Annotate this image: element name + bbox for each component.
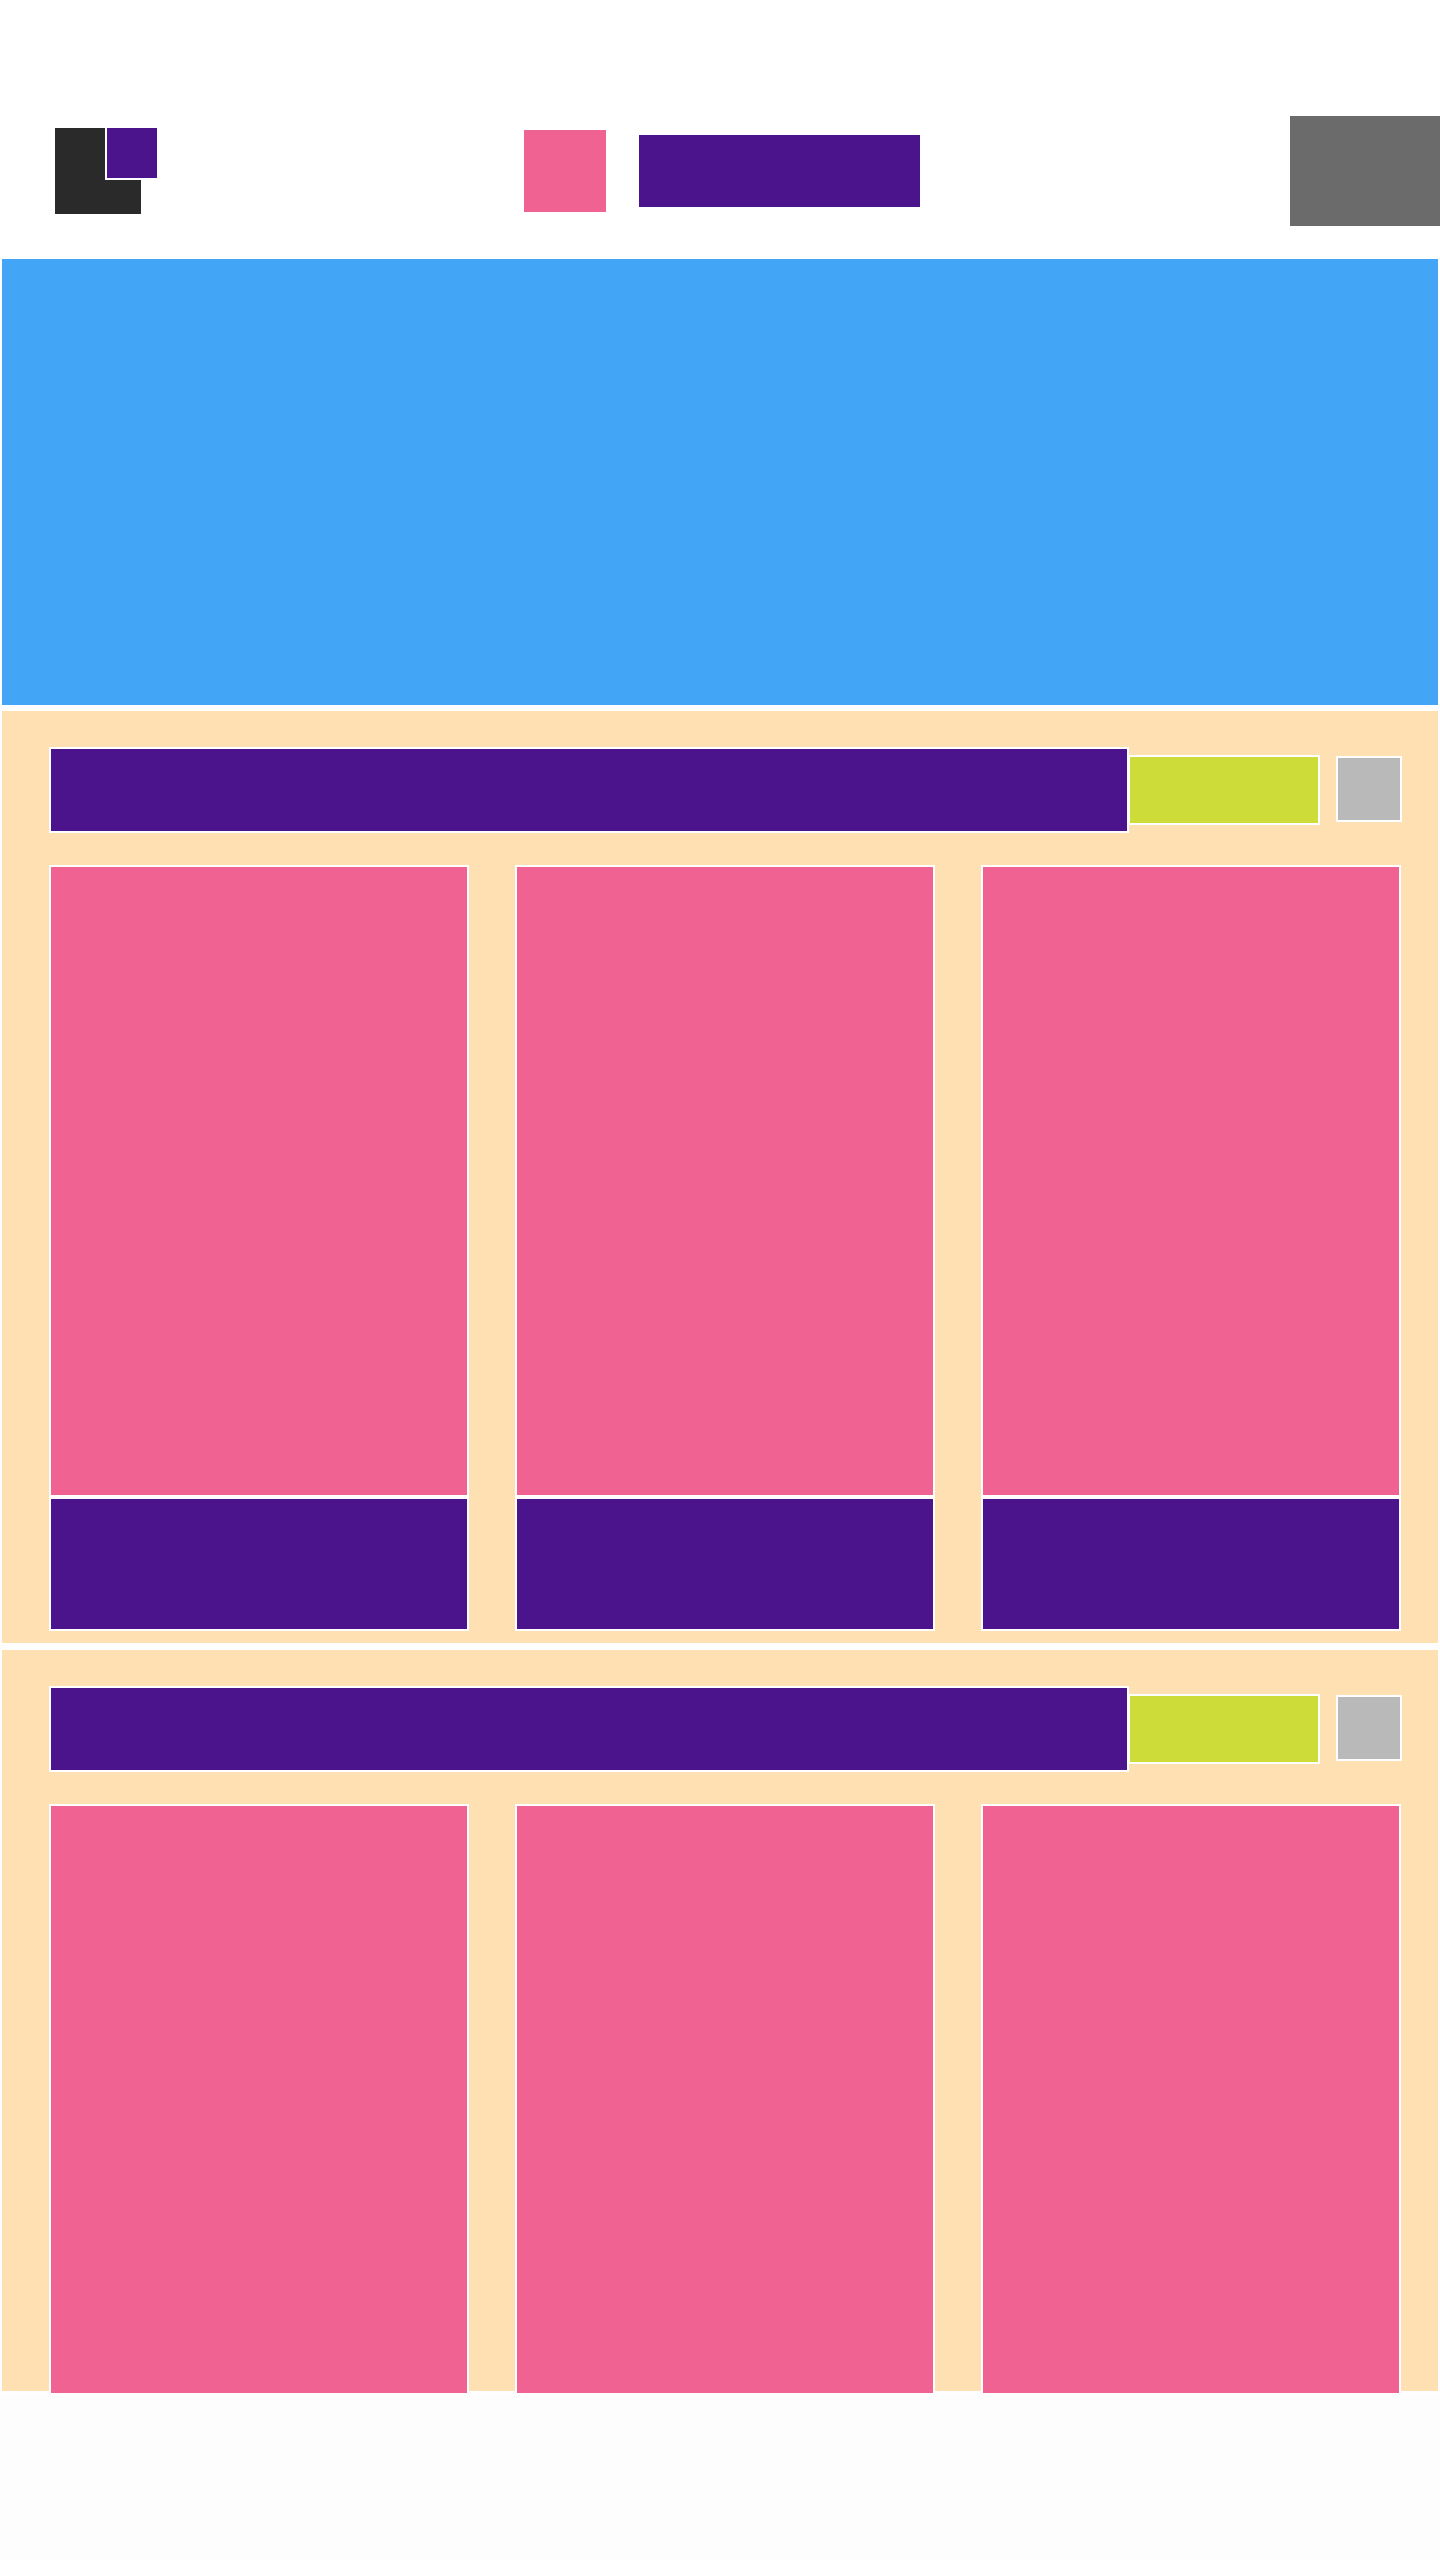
nav-title-block[interactable] (637, 133, 922, 209)
card[interactable] (981, 865, 1401, 1631)
app-header (0, 0, 1440, 258)
card-image (981, 1804, 1401, 2424)
card[interactable] (515, 865, 935, 1631)
card-image (49, 1804, 469, 2424)
card-image (515, 1804, 935, 2424)
section-title-bar (49, 1686, 1129, 1772)
section-more-button[interactable] (1336, 756, 1402, 822)
card[interactable] (49, 1804, 469, 2424)
card[interactable] (515, 1804, 935, 2424)
section-action-pill[interactable] (1128, 1694, 1320, 1764)
card[interactable] (49, 865, 469, 1631)
logo-accent-square (105, 126, 159, 180)
card-caption-bar (49, 1497, 469, 1631)
card-image (515, 865, 935, 1497)
card-image (981, 865, 1401, 1497)
card-image (49, 865, 469, 1497)
card-caption-bar (981, 1497, 1401, 1631)
nav-icon[interactable] (522, 128, 608, 214)
footer-area (0, 2393, 1440, 2560)
hero-banner[interactable] (0, 257, 1440, 707)
section-title-bar (49, 747, 1129, 833)
card-caption-bar (515, 1497, 935, 1631)
menu-button[interactable] (1290, 116, 1440, 226)
section-more-button[interactable] (1336, 1695, 1402, 1761)
content-section (0, 709, 1440, 1645)
card[interactable] (981, 1804, 1401, 2424)
section-action-pill[interactable] (1128, 755, 1320, 825)
content-section (0, 1648, 1440, 2424)
